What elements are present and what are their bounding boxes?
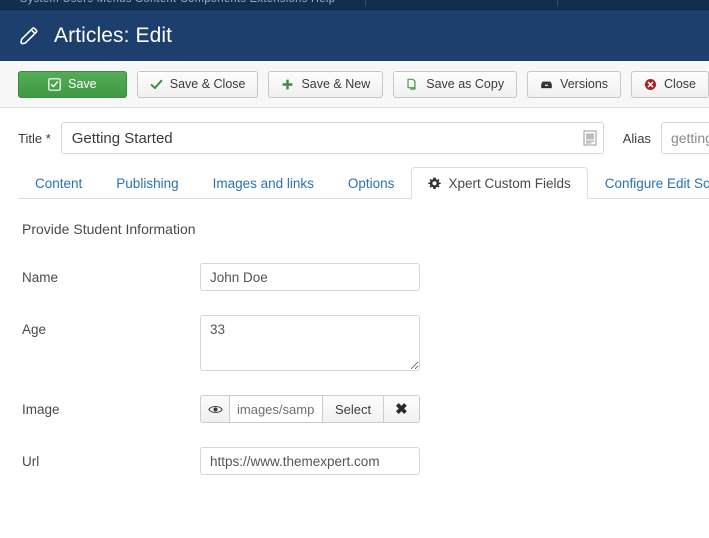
- x-icon: ✖: [395, 400, 408, 418]
- versions-label: Versions: [560, 76, 609, 91]
- alias-input[interactable]: [660, 122, 709, 154]
- save-button[interactable]: Save: [18, 70, 127, 98]
- save-as-copy-label: Save as Copy: [426, 76, 505, 91]
- tab-images-and-links[interactable]: Images and links: [196, 167, 331, 199]
- tab-options[interactable]: Options: [331, 167, 412, 199]
- form-row-image: Image Select ✖: [22, 395, 709, 423]
- age-label: Age: [22, 322, 47, 337]
- alias-label: Alias: [622, 130, 651, 146]
- page-header: Articles: Edit: [0, 10, 709, 61]
- tab-xpert-custom-fields[interactable]: Xpert Custom Fields: [411, 167, 588, 199]
- image-select-label: Select: [335, 401, 372, 417]
- edit-tabs: Content Publishing Images and links Opti…: [0, 166, 709, 199]
- article-icon[interactable]: [583, 130, 597, 146]
- tab-content[interactable]: Content: [18, 167, 99, 199]
- tab-configure-edit-screen[interactable]: Configure Edit Screen: [588, 167, 709, 199]
- image-select-button[interactable]: Select: [322, 395, 384, 423]
- plus-icon: [281, 78, 294, 91]
- copy-icon: [406, 78, 419, 91]
- gear-icon: [428, 177, 442, 189]
- form-row-age: Age 33: [22, 315, 709, 371]
- image-input-group: Select ✖: [200, 395, 420, 423]
- admin-menu-bar-sliver[interactable]: System Users Menus Content Components Ex…: [0, 0, 709, 10]
- tab-publishing-label: Publishing: [116, 175, 179, 191]
- save-and-new-label: Save & New: [301, 76, 371, 91]
- form-row-name: Name: [22, 263, 709, 291]
- url-input[interactable]: [200, 447, 420, 475]
- title-alias-row: Title * Alias: [0, 108, 709, 166]
- name-label: Name: [22, 270, 59, 285]
- xpert-custom-fields-panel: Provide Student Information Name Age 33 …: [0, 199, 709, 475]
- admin-menu-divider: [365, 0, 366, 6]
- form-row-url: Url: [22, 447, 709, 475]
- save-button-label: Save: [68, 76, 97, 91]
- save-and-close-label: Save & Close: [169, 76, 246, 91]
- close-circle-icon: [644, 78, 657, 91]
- admin-menu-divider: [557, 0, 558, 6]
- age-textarea[interactable]: 33: [200, 315, 420, 371]
- tab-xpert-custom-fields-label: Xpert Custom Fields: [448, 175, 571, 191]
- image-preview-button[interactable]: [200, 395, 229, 423]
- admin-menu-ghost-text: System Users Menus Content Components Ex…: [20, 0, 335, 5]
- name-input[interactable]: [200, 263, 420, 291]
- save-and-close-button[interactable]: Save & Close: [136, 70, 259, 98]
- tab-images-and-links-label: Images and links: [212, 175, 314, 191]
- tab-options-label: Options: [347, 175, 395, 191]
- page-title: Articles: Edit: [54, 24, 173, 47]
- tab-publishing[interactable]: Publishing: [99, 167, 195, 199]
- pencil-icon: [20, 26, 38, 44]
- tab-content-label: Content: [35, 175, 83, 191]
- image-clear-button[interactable]: ✖: [383, 395, 420, 423]
- toolbar: Save Save & Close Save & New Save as Cop…: [0, 61, 709, 108]
- close-button[interactable]: Close: [631, 70, 709, 98]
- versions-button[interactable]: Versions: [527, 70, 622, 98]
- archive-icon: [540, 78, 553, 91]
- save-check-icon: [48, 77, 61, 91]
- save-and-new-button[interactable]: Save & New: [268, 70, 384, 98]
- image-path-input[interactable]: [229, 395, 322, 423]
- save-as-copy-button[interactable]: Save as Copy: [393, 70, 518, 98]
- url-label: Url: [22, 454, 40, 469]
- fieldset-legend: Provide Student Information: [22, 221, 196, 237]
- eye-icon: [207, 405, 223, 413]
- title-input[interactable]: [60, 122, 604, 154]
- image-label: Image: [22, 402, 60, 417]
- close-label: Close: [664, 76, 696, 91]
- title-input-wrapper: [60, 122, 604, 154]
- check-icon: [150, 78, 163, 91]
- title-label: Title *: [18, 130, 51, 146]
- tab-configure-edit-screen-label: Configure Edit Screen: [604, 175, 709, 191]
